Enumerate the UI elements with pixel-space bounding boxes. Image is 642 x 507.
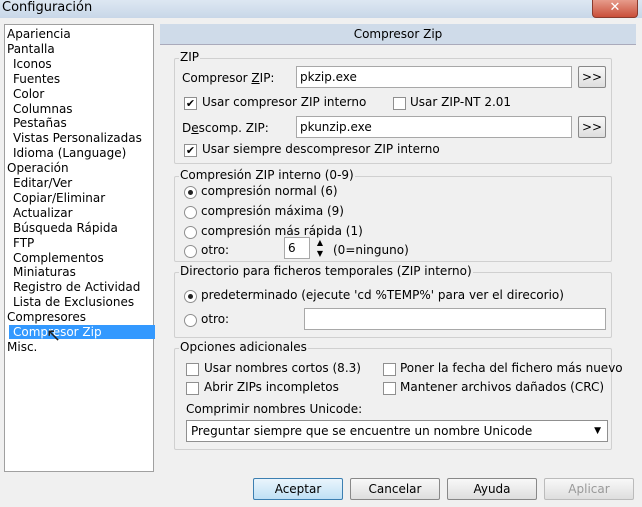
spin-up-icon[interactable]: ▲: [313, 237, 327, 248]
compression-group-title: Compresión ZIP interno (0-9): [179, 168, 355, 182]
panel-header: Compresor Zip: [160, 24, 636, 45]
tempdir-group-title: Directorio para ficheros temporales (ZIP…: [179, 264, 473, 278]
accept-button[interactable]: Aceptar: [253, 478, 343, 500]
tree-item[interactable]: Misc.: [7, 340, 37, 354]
tree-item[interactable]: Color: [13, 87, 44, 101]
compression-level-stepper[interactable]: ▲ ▼: [313, 237, 327, 259]
always-internal-checkbox[interactable]: ✔: [184, 144, 197, 157]
tree-item[interactable]: Editar/Ver: [13, 176, 72, 190]
keep-damaged-label: Mantener archivos dañados (CRC): [400, 380, 605, 394]
radio-dot-icon: [188, 294, 193, 299]
tree-item[interactable]: Columnas: [13, 102, 73, 116]
apply-button[interactable]: Aplicar: [544, 478, 634, 500]
unicode-select[interactable]: Preguntar siempre que se encuentre un no…: [186, 420, 608, 442]
radio-fast[interactable]: [184, 226, 197, 239]
tree-item[interactable]: Lista de Exclusiones: [13, 295, 134, 309]
settings-tree[interactable]: Apariencia Pantalla Iconos Fuentes Color Colu…: [4, 24, 155, 472]
tree-item[interactable]: Búsqueda Rápida: [13, 221, 118, 235]
compressor-label: Compresor ZIP:: [182, 71, 275, 85]
additional-group-title: Opciones adicionales: [179, 340, 308, 354]
tree-item[interactable]: Operación: [7, 161, 69, 175]
help-button[interactable]: Ayuda: [447, 478, 537, 500]
open-incomplete-checkbox[interactable]: [186, 382, 199, 395]
open-incomplete-label: Abrir ZIPs incompletos: [204, 380, 339, 394]
set-date-checkbox[interactable]: [383, 363, 396, 376]
tree-item[interactable]: Registro de Actividad: [13, 280, 140, 294]
use-internal-checkbox[interactable]: ✔: [184, 97, 197, 110]
radio-fast-label: compresión más rápida (1): [201, 224, 363, 238]
decomp-label: Descomp. ZIP:: [182, 121, 269, 135]
keep-damaged-checkbox[interactable]: [383, 382, 396, 395]
tree-item[interactable]: Idioma (Language): [13, 146, 126, 160]
decomp-input[interactable]: pkunzip.exe: [296, 116, 572, 138]
use-zipnt-checkbox[interactable]: [393, 97, 406, 110]
tree-item[interactable]: Compresores: [7, 310, 86, 324]
short-names-checkbox[interactable]: [186, 363, 199, 376]
tree-item[interactable]: Actualizar: [13, 206, 73, 220]
unicode-label: Comprimir nombres Unicode:: [186, 402, 363, 416]
radio-max-label: compresión máxima (9): [201, 204, 344, 218]
compression-hint: (0=ninguno): [333, 243, 409, 257]
short-names-label: Usar nombres cortos (8.3): [204, 361, 361, 375]
tree-item[interactable]: Copiar/Eliminar: [13, 191, 105, 205]
decomp-browse-button[interactable]: >>: [578, 116, 606, 138]
tree-item[interactable]: Iconos: [13, 57, 52, 71]
set-date-label: Poner la fecha del fichero más nuevo: [400, 361, 623, 375]
title-bar[interactable]: Configuración ✕: [0, 0, 642, 18]
always-internal-label: Usar siempre descompresor ZIP interno: [202, 142, 440, 156]
radio-max[interactable]: [184, 206, 197, 219]
tree-item[interactable]: Pantalla: [7, 42, 55, 56]
window-title: Configuración: [2, 0, 93, 15]
compression-level-input[interactable]: 6: [284, 237, 310, 259]
radio-temp-other[interactable]: [184, 314, 197, 327]
compressor-browse-button[interactable]: >>: [578, 66, 606, 88]
tree-item[interactable]: Pestañas: [13, 116, 67, 130]
compressor-input[interactable]: pkzip.exe: [296, 66, 572, 88]
radio-temp-other-label: otro:: [201, 312, 230, 326]
close-button[interactable]: ✕: [592, 0, 638, 18]
radio-temp-default[interactable]: [184, 290, 197, 303]
tree-item[interactable]: FTP: [13, 236, 34, 250]
check-icon: ✔: [185, 144, 196, 157]
cancel-button[interactable]: Cancelar: [350, 478, 440, 500]
radio-normal[interactable]: [184, 186, 197, 199]
check-icon: ✔: [185, 97, 196, 110]
chevron-down-icon: ▼: [594, 426, 601, 436]
radio-temp-default-label: predeterminado (ejecute 'cd %TEMP%' para…: [201, 288, 564, 302]
tree-item[interactable]: Apariencia: [7, 27, 71, 41]
radio-dot-icon: [188, 190, 193, 195]
radio-other-label: otro:: [201, 243, 230, 257]
tree-item[interactable]: Compresor Zip: [9, 325, 155, 339]
tree-item[interactable]: Vistas Personalizadas: [13, 131, 142, 145]
close-icon: ✕: [609, 0, 621, 15]
tree-item[interactable]: Miniaturas: [13, 265, 76, 279]
radio-normal-label: compresión normal (6): [201, 184, 338, 198]
radio-other[interactable]: [184, 245, 197, 258]
use-internal-label: Usar compresor ZIP interno: [202, 95, 367, 109]
tree-item[interactable]: Fuentes: [13, 72, 60, 86]
spin-down-icon[interactable]: ▼: [313, 248, 327, 259]
temp-other-input[interactable]: [304, 308, 606, 330]
mouse-cursor-icon: ↖: [46, 325, 62, 346]
unicode-select-value: Preguntar siempre que se encuentre un no…: [191, 424, 533, 438]
tree-item[interactable]: Complementos: [13, 251, 104, 265]
use-zipnt-label: Usar ZIP-NT 2.01: [410, 95, 512, 109]
zip-group-title: ZIP: [179, 50, 200, 64]
